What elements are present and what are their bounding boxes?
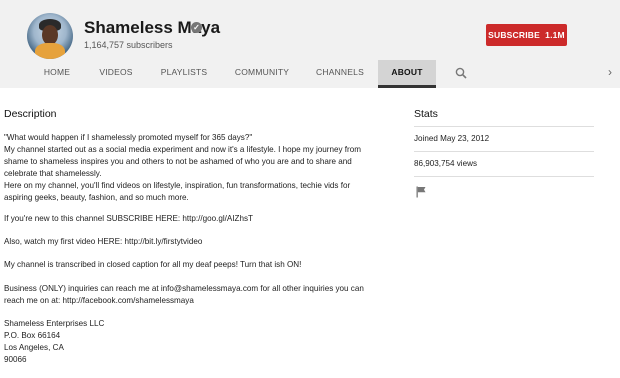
subscribe-label: SUBSCRIBE xyxy=(488,30,541,40)
first-video-link-line[interactable]: Also, watch my first video HERE: http://… xyxy=(4,236,202,247)
view-count: 86,903,754 views xyxy=(414,159,477,168)
subscribe-link-line[interactable]: If you're new to this channel SUBSCRIBE … xyxy=(4,213,253,224)
description-line: shame to shameless inspires you and othe… xyxy=(4,157,352,166)
subscriber-count: 1,164,757 subscribers xyxy=(84,40,173,50)
tab-playlists[interactable]: PLAYLISTS xyxy=(155,60,213,88)
description-line: Here on my channel, you'll find videos o… xyxy=(4,181,351,190)
tab-community[interactable]: COMMUNITY xyxy=(232,60,292,88)
stats-heading: Stats xyxy=(414,108,438,120)
subscribe-button[interactable]: SUBSCRIBE 1.1M xyxy=(486,24,567,46)
flag-icon[interactable] xyxy=(416,186,426,198)
tab-channels[interactable]: CHANNELS xyxy=(313,60,367,88)
description-line: aspiring geeks, beauty, fashion, and so … xyxy=(4,193,189,202)
search-icon[interactable] xyxy=(455,67,467,79)
subscribe-count: 1.1M xyxy=(545,30,565,40)
avatar-face xyxy=(42,25,58,45)
avatar-body xyxy=(35,43,65,59)
address-line: 90066 xyxy=(4,355,27,364)
description-line: My channel is transcribed in closed capt… xyxy=(4,260,302,269)
address-line: P.O. Box 66164 xyxy=(4,331,61,340)
address-line: Shameless Enterprises LLC xyxy=(4,319,105,328)
description-heading: Description xyxy=(4,108,57,120)
stats-divider xyxy=(414,126,594,127)
facebook-link-line[interactable]: reach me on at: http://facebook.com/sham… xyxy=(4,295,194,306)
description-line: "What would happen if I shamelessly prom… xyxy=(4,133,253,142)
channel-avatar[interactable] xyxy=(27,13,73,59)
description-line: celebrate that shamelessly. xyxy=(4,169,102,178)
verified-check-icon: ✓ xyxy=(191,22,202,33)
joined-date: Joined May 23, 2012 xyxy=(414,134,490,143)
stats-divider xyxy=(414,176,594,177)
tab-videos[interactable]: VIDEOS xyxy=(95,60,137,88)
tab-about[interactable]: ABOUT xyxy=(378,60,436,88)
business-inquiry-line[interactable]: Business (ONLY) inquiries can reach me a… xyxy=(4,283,364,294)
stats-divider xyxy=(414,151,594,152)
address-line: Los Angeles, CA xyxy=(4,343,64,352)
description-line: My channel started out as a social media… xyxy=(4,145,361,154)
tab-home[interactable]: HOME xyxy=(38,60,76,88)
channel-tabs: HOME VIDEOS PLAYLISTS COMMUNITY CHANNELS… xyxy=(0,60,620,88)
chevron-right-icon[interactable]: › xyxy=(608,64,612,80)
